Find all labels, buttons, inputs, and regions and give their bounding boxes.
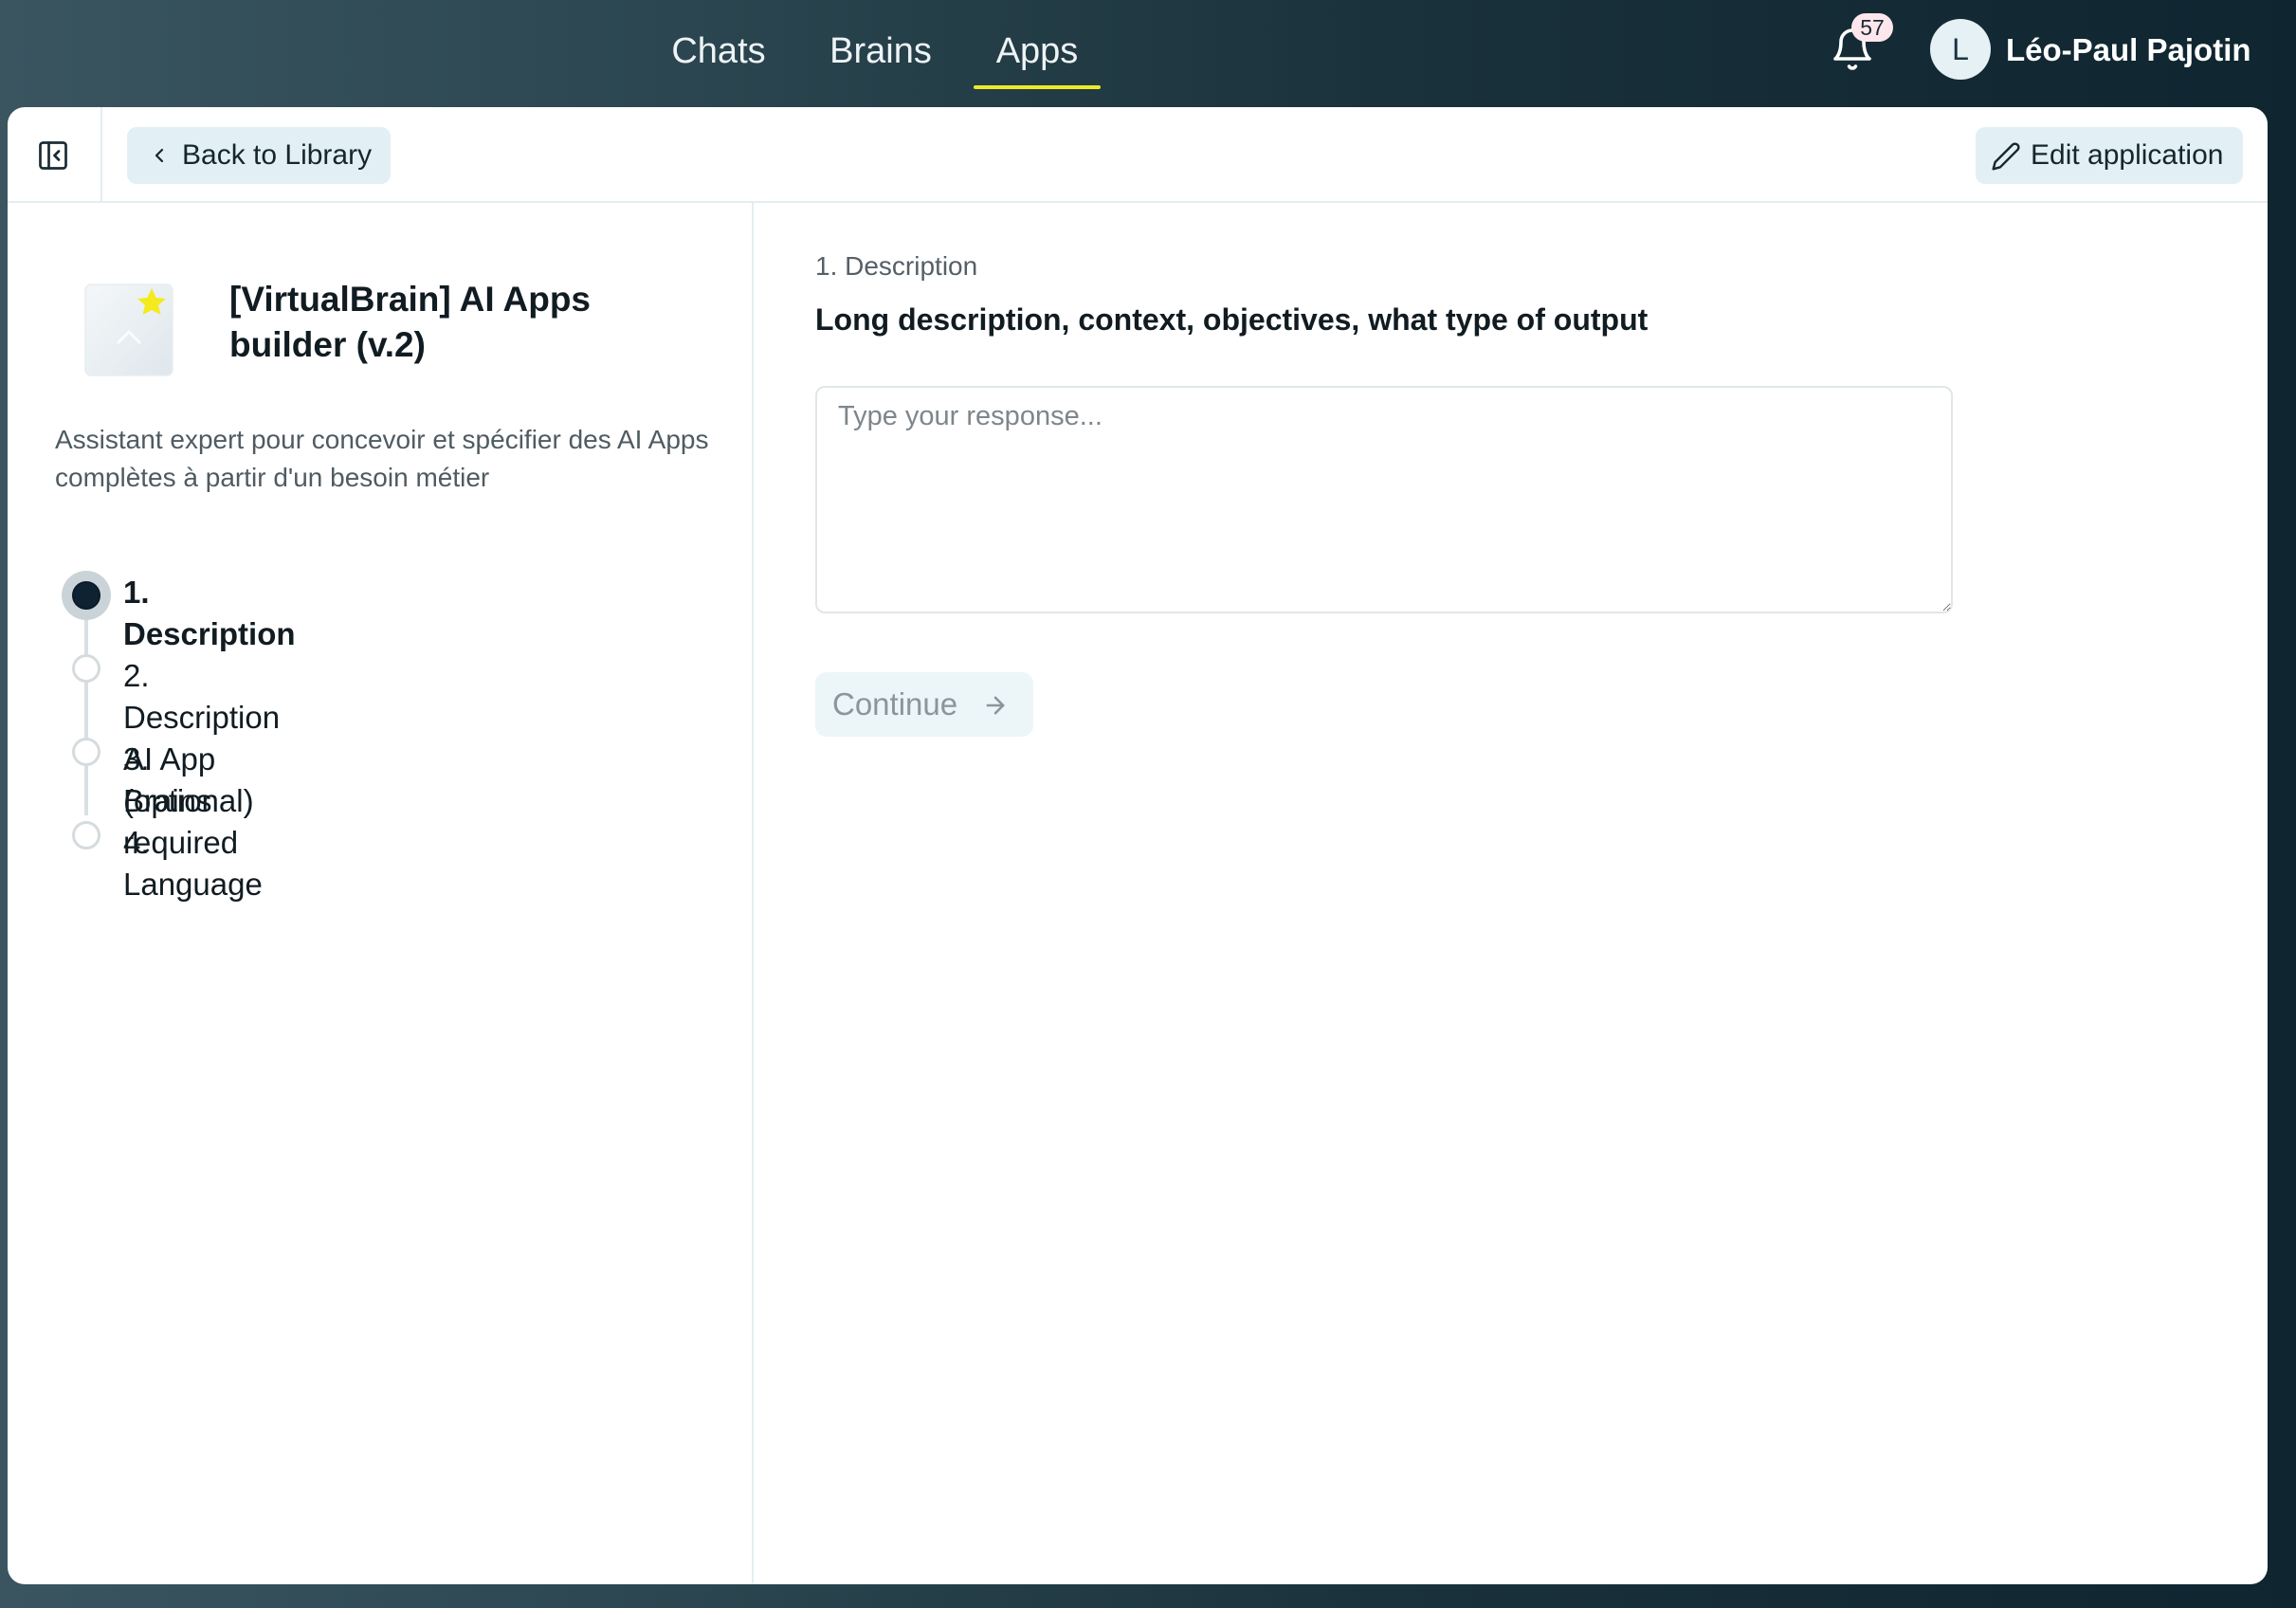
back-to-library-label: Back to Library [182,139,373,171]
edit-application-button[interactable]: Edit application [1976,127,2243,184]
step-indicator-active [62,571,111,620]
avatar[interactable]: L [1930,19,1991,80]
left-panel: [VirtualBrain] AI Apps builder (v.2) Ass… [8,203,754,1584]
sidebar-collapse-icon [39,141,67,170]
app-title: [VirtualBrain] AI Apps builder (v.2) [229,280,592,364]
step-description[interactable]: 1. Description [123,572,296,655]
edit-application-label: Edit application [2031,139,2224,171]
pencil-icon [1992,142,2020,171]
sidebar-toggle-button[interactable] [8,107,102,203]
step-indicator [72,654,100,683]
app-description: Assistant expert pour concevoir et spéci… [55,425,709,492]
question-title: Long description, context, objectives, w… [815,302,1649,337]
question-step-label: 1. Description [815,251,978,281]
chevron-left-icon [155,148,164,163]
card-header: Back to Library Edit application [8,107,2268,203]
step-indicator [72,821,100,850]
arrow-right-icon [986,696,1005,715]
top-navigation: Chats Brains Apps 57 L Léo-Paul Pajotin [0,0,2296,107]
step-indicator [72,738,100,766]
user-name[interactable]: Léo-Paul Pajotin [2006,28,2251,72]
continue-button[interactable]: Continue [815,672,1033,737]
main-card: Back to Library Edit application [Virtua… [8,107,2268,1584]
bookmark-star-icon [84,283,173,376]
continue-label: Continue [832,686,958,722]
nav-tab-apps[interactable]: Apps [974,21,1101,89]
nav-tab-chats[interactable]: Chats [669,21,768,87]
step-language[interactable]: 4. Language [123,822,263,905]
nav-tab-brains[interactable]: Brains [829,21,933,87]
notification-badge: 57 [1851,13,1893,42]
back-to-library-button[interactable]: Back to Library [127,127,391,184]
response-textarea[interactable] [815,386,1953,613]
